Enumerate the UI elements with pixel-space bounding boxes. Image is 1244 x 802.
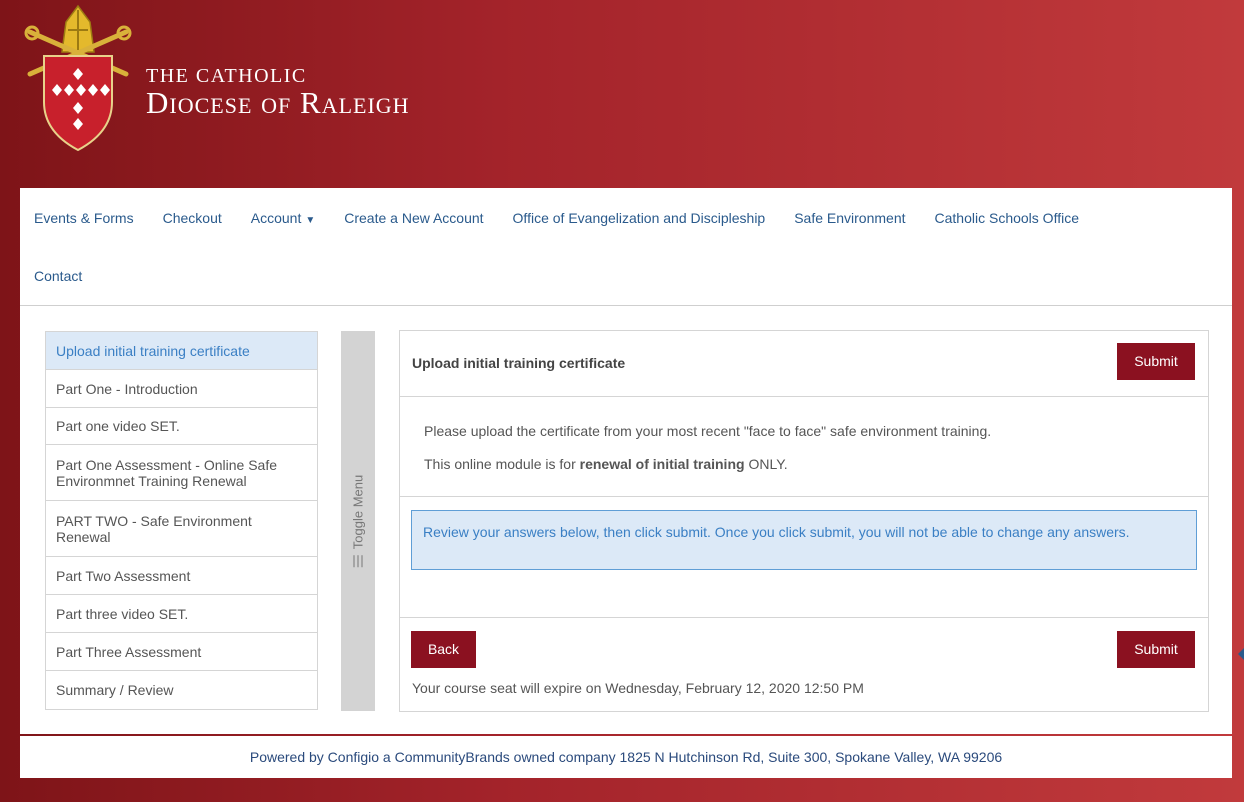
nav-item-account-label: Account (250, 210, 302, 226)
nav-row: Events & Forms Checkout Account ▼ Create … (34, 210, 1108, 226)
diocese-crest-logo[interactable] (24, 4, 132, 154)
toggle-menu-text: Toggle Menu (350, 474, 366, 550)
site-header: THE CATHOLIC Diocese of Raleigh (0, 0, 1244, 188)
main-nav: Events & Forms Checkout Account ▼ Create … (20, 188, 1232, 306)
panel-body: Please upload the certificate from your … (400, 397, 1208, 497)
nav-item-account[interactable]: Account ▼ (251, 210, 316, 226)
brand-small-text: THE CATHOLIC (146, 65, 307, 87)
nav-item-catholic-schools[interactable]: Catholic Schools Office (935, 210, 1079, 226)
sidebar-item-part-three-video[interactable]: Part three video SET. (46, 595, 317, 633)
nav-item-evangelization[interactable]: Office of Evangelization and Discipleshi… (513, 210, 766, 226)
panel-header: Upload initial training certificate Subm… (400, 331, 1208, 397)
sidebar-item-summary-review[interactable]: Summary / Review (46, 671, 317, 710)
panel-title: Upload initial training certificate (412, 355, 626, 371)
sidebar-item-part-three-assessment[interactable]: Part Three Assessment (46, 633, 317, 671)
nav-item-create-account[interactable]: Create a New Account (344, 210, 483, 226)
feedback-tab-icon[interactable] (1238, 648, 1244, 660)
hamburger-icon (353, 555, 363, 568)
nav-row: Contact (34, 268, 111, 284)
sidebar-item-part-one-intro[interactable]: Part One - Introduction (46, 370, 317, 408)
back-button[interactable]: Back (411, 631, 476, 668)
review-info-alert: Review your answers below, then click su… (411, 510, 1197, 570)
nav-item-contact[interactable]: Contact (34, 268, 82, 284)
sidebar-item-part-two[interactable]: PART TWO - Safe Environment Renewal (46, 501, 317, 557)
sidebar-item-part-two-assessment[interactable]: Part Two Assessment (46, 557, 317, 595)
site-footer: Powered by Configio a CommunityBrands ow… (20, 736, 1232, 778)
nav-item-safe-environment[interactable]: Safe Environment (794, 210, 905, 226)
toggle-menu-label: Toggle Menu (350, 474, 366, 568)
submit-button-bottom[interactable]: Submit (1117, 631, 1195, 668)
main-content: Upload initial training certificate Part… (20, 306, 1232, 734)
nav-item-checkout[interactable]: Checkout (163, 210, 222, 226)
footer-text[interactable]: Powered by Configio a CommunityBrands ow… (250, 749, 1002, 765)
renewal-note: This online module is for renewal of ini… (424, 456, 788, 472)
course-sidebar: Upload initial training certificate Part… (45, 331, 318, 710)
renewal-note-bold: renewal of initial training (579, 456, 745, 472)
toggle-menu-button[interactable]: Toggle Menu (341, 331, 375, 711)
instruction-text: Please upload the certificate from your … (424, 423, 992, 439)
sidebar-item-part-one-video[interactable]: Part one video SET. (46, 408, 317, 445)
nav-item-events-forms[interactable]: Events & Forms (34, 210, 134, 226)
caret-down-icon: ▼ (305, 215, 316, 226)
renewal-note-pre: This online module is for (424, 456, 580, 472)
seat-expiry-text: Your course seat will expire on Wednesda… (412, 680, 864, 696)
brand-large-text: Diocese of Raleigh (146, 85, 410, 120)
panel-footer: Back Submit Your course seat will expire… (400, 617, 1208, 711)
sidebar-item-upload-certificate[interactable]: Upload initial training certificate (46, 332, 317, 370)
brand-title[interactable]: THE CATHOLIC Diocese of Raleigh (146, 66, 410, 120)
renewal-note-post: ONLY. (744, 456, 788, 472)
lesson-panel: Upload initial training certificate Subm… (399, 330, 1209, 712)
sidebar-item-part-one-assessment[interactable]: Part One Assessment - Online Safe Enviro… (46, 445, 317, 501)
submit-button-top[interactable]: Submit (1117, 343, 1195, 380)
